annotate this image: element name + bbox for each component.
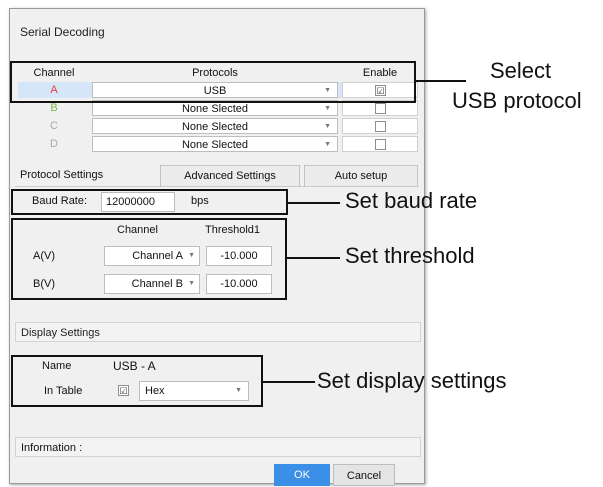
tab-auto-setup[interactable]: Auto setup [304,165,418,186]
protocol-select-value: None Slected [181,121,249,133]
baud-callout: Set baud rate [345,188,478,213]
display-callout-line [263,381,315,383]
display-highlight-frame [11,355,263,407]
ok-button[interactable]: OK [274,464,330,486]
baud-highlight-frame [11,189,288,215]
enable-cell [342,118,418,134]
select-callout-line2: USB protocol [452,88,582,113]
information-label: Information : [21,442,83,454]
protocol-highlight-frame [10,61,416,103]
threshold-callout: Set threshold [345,243,475,268]
tab-advanced-settings[interactable]: Advanced Settings [160,165,300,186]
protocol-row-channel: C [50,120,58,132]
chevron-down-icon: ▼ [324,123,331,130]
protocol-select-value: None Slected [181,103,249,115]
protocol-row[interactable]: C None Slected ▼ [18,118,418,134]
baud-callout-line [288,202,340,204]
chevron-down-icon: ▼ [324,105,331,112]
protocol-select-value: None Slected [181,139,249,151]
display-callout: Set display settings [317,368,507,393]
enable-checkbox[interactable] [375,139,386,150]
enable-cell [342,136,418,152]
enable-checkbox[interactable] [375,103,386,114]
chevron-down-icon: ▼ [324,141,331,148]
tab-divider [15,186,419,187]
threshold-callout-line [287,257,340,259]
display-settings-header: Display Settings [21,327,100,339]
enable-checkbox[interactable] [375,121,386,132]
dialog-title: Serial Decoding [20,25,105,39]
protocol-select[interactable]: None Slected ▼ [92,136,338,152]
tab-protocol-settings[interactable]: Protocol Settings [15,165,153,186]
threshold-highlight-frame [11,218,287,300]
protocol-row-channel: D [50,138,58,150]
cancel-button[interactable]: Cancel [333,464,395,486]
select-callout-line1: Select [490,58,552,83]
protocol-select[interactable]: None Slected ▼ [92,118,338,134]
protocol-row[interactable]: D None Slected ▼ [18,136,418,152]
select-callout-line [416,80,466,82]
